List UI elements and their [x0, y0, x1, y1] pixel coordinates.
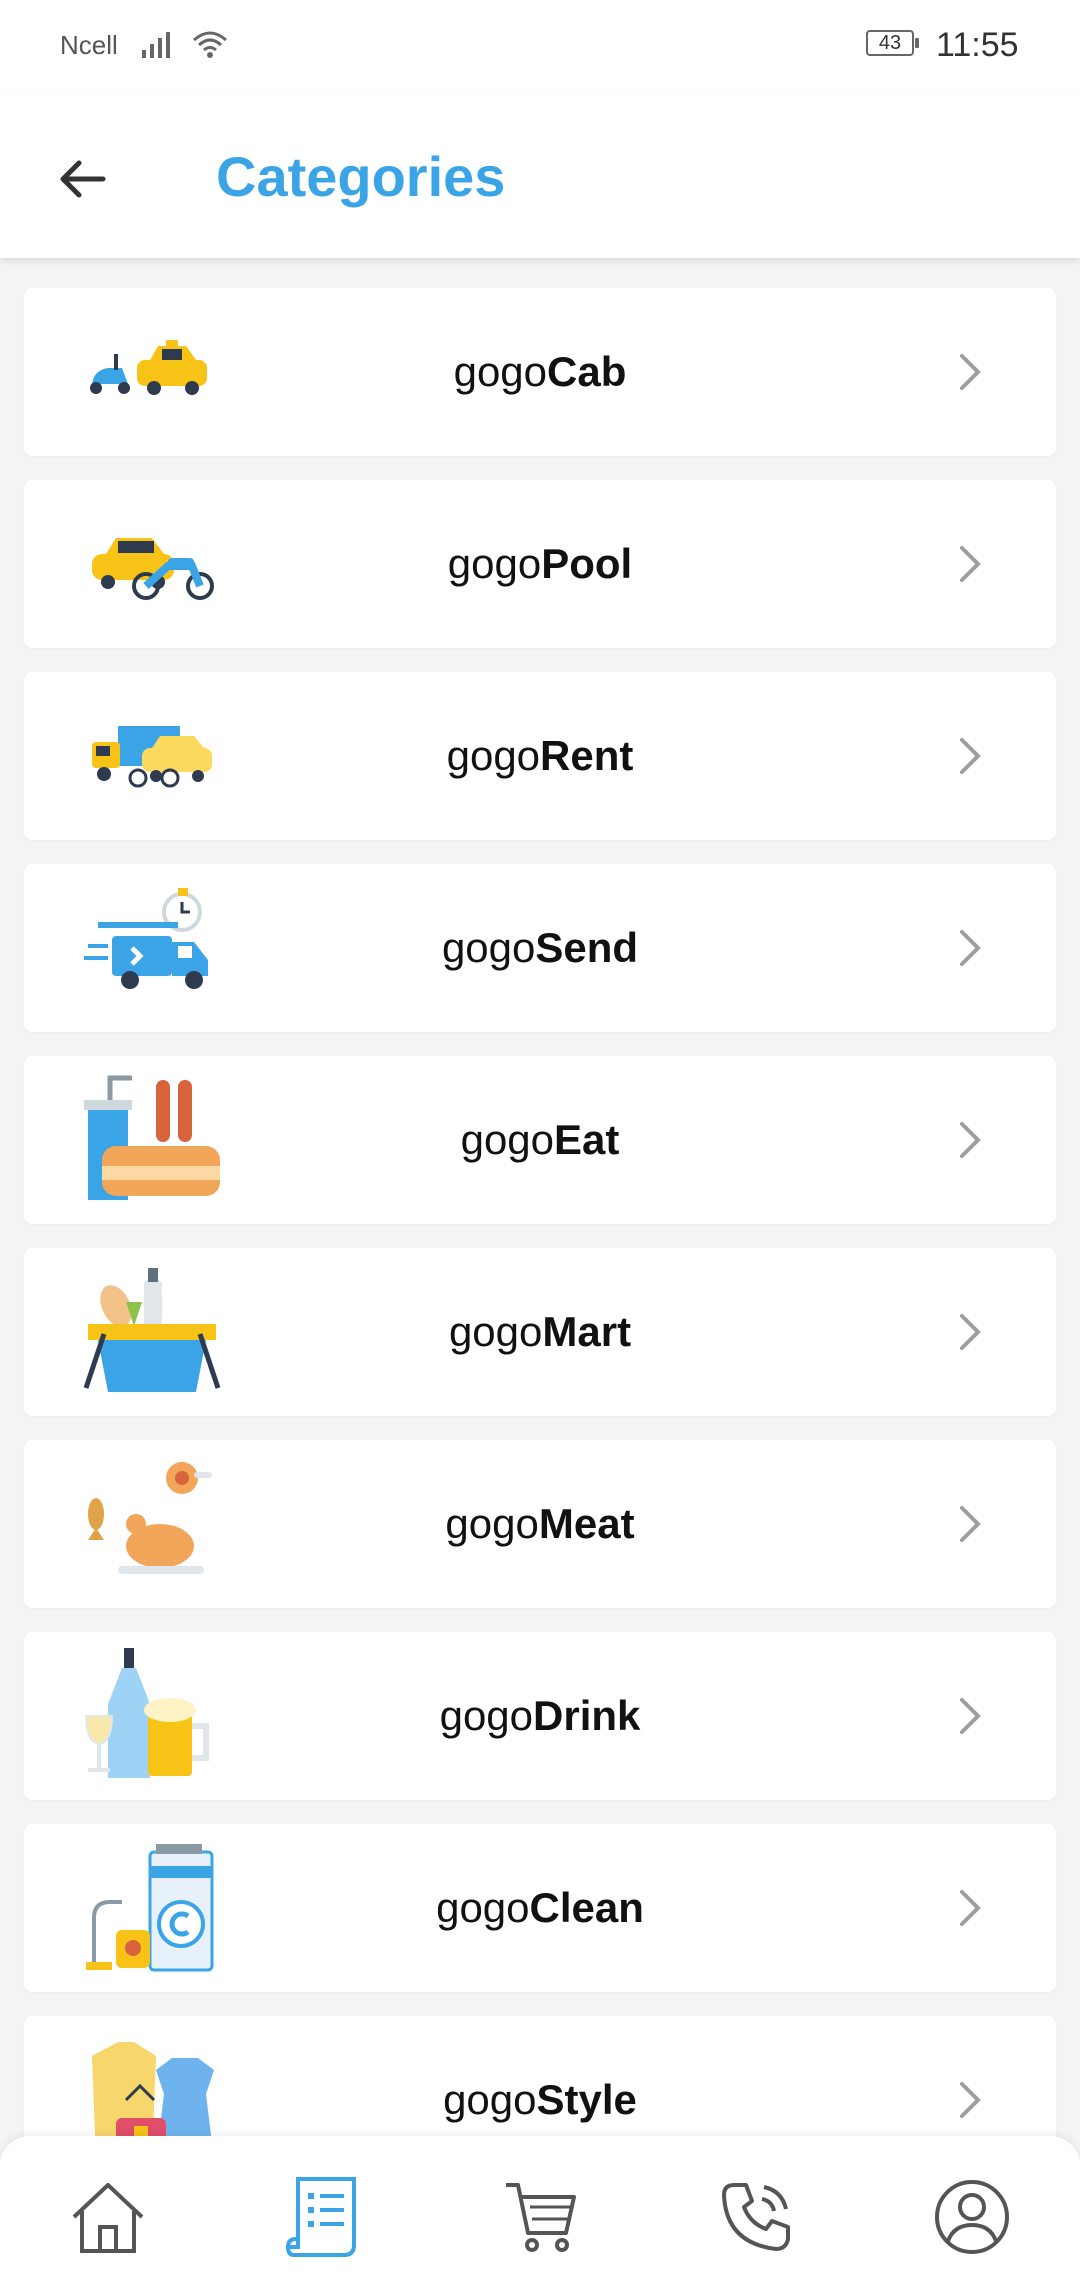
wine-beer-icon	[84, 1648, 209, 1778]
category-label: gogoDrink	[439, 1692, 641, 1739]
chevron-right-icon	[960, 1890, 981, 1926]
category-gogomeat[interactable]: gogoMeat	[24, 1440, 1056, 1608]
bottom-navigation	[0, 2136, 1080, 2280]
category-label: gogoEat	[460, 1116, 620, 1163]
chevron-right-icon	[960, 2082, 981, 2118]
phone-call-icon	[722, 2183, 790, 2251]
hotdog-drink-icon	[84, 1075, 220, 1200]
washing-vacuum-icon	[86, 1844, 214, 1972]
nav-call[interactable]	[706, 2172, 806, 2262]
arrow-left-icon	[60, 160, 106, 198]
nav-cart[interactable]	[490, 2172, 590, 2262]
status-bar: Ncell 43 11:55	[0, 0, 1080, 92]
battery-indicator: 43	[866, 30, 919, 56]
chevron-right-icon	[960, 738, 981, 774]
back-button[interactable]	[48, 144, 118, 214]
profile-icon	[935, 2180, 1009, 2254]
orders-list-icon	[285, 2177, 356, 2257]
wifi-icon	[190, 28, 230, 65]
truck-car-bicycle-icon	[92, 726, 212, 788]
category-label: gogoPool	[447, 540, 633, 587]
category-gogorent[interactable]: gogoRent	[24, 672, 1056, 840]
chevron-right-icon	[960, 546, 981, 582]
clock: 11:55	[936, 26, 1019, 64]
category-gogoeat[interactable]: gogoEat	[24, 1056, 1056, 1224]
grocery-basket-icon	[83, 1268, 221, 1392]
chevron-right-icon	[960, 1122, 981, 1158]
signal-icon	[140, 28, 180, 65]
roast-chicken-fish-icon	[88, 1462, 212, 1574]
category-gogoclean[interactable]: gogoClean	[24, 1824, 1056, 1992]
nav-home[interactable]	[58, 2172, 158, 2262]
carrier-name: Ncell	[60, 30, 118, 60]
cart-icon	[506, 2183, 576, 2252]
page-title: Categories	[216, 145, 506, 208]
category-gogocab[interactable]: gogoCab	[24, 288, 1056, 456]
category-label: gogoClean	[436, 1884, 644, 1931]
category-gogopool[interactable]: gogoPool	[24, 480, 1056, 648]
category-gogosend[interactable]: gogoSend	[24, 864, 1056, 1032]
category-gogodrink[interactable]: gogoDrink	[24, 1632, 1056, 1800]
scooter-taxi-icon	[90, 340, 207, 395]
category-label: gogoRent	[446, 732, 634, 779]
chevron-right-icon	[960, 930, 981, 966]
chevron-right-icon	[960, 1506, 981, 1542]
nav-orders[interactable]	[274, 2172, 374, 2262]
category-gogomart[interactable]: gogoMart	[24, 1248, 1056, 1416]
category-label: gogoCab	[453, 348, 627, 395]
nav-profile[interactable]	[922, 2172, 1022, 2262]
chevron-right-icon	[960, 354, 981, 390]
home-icon	[72, 2183, 144, 2253]
category-list: gogoCab gogoPool gogoRent gogoSend gogoE…	[24, 288, 1056, 2208]
category-label: gogoMart	[448, 1308, 632, 1355]
chevron-right-icon	[960, 1314, 981, 1350]
delivery-van-timer-icon	[84, 888, 208, 989]
category-label: gogoSend	[441, 924, 639, 971]
chevron-right-icon	[960, 1698, 981, 1734]
category-label: gogoMeat	[445, 1500, 635, 1547]
app-bar: Categories	[0, 92, 1080, 258]
taxi-motorbike-icon	[92, 538, 214, 600]
